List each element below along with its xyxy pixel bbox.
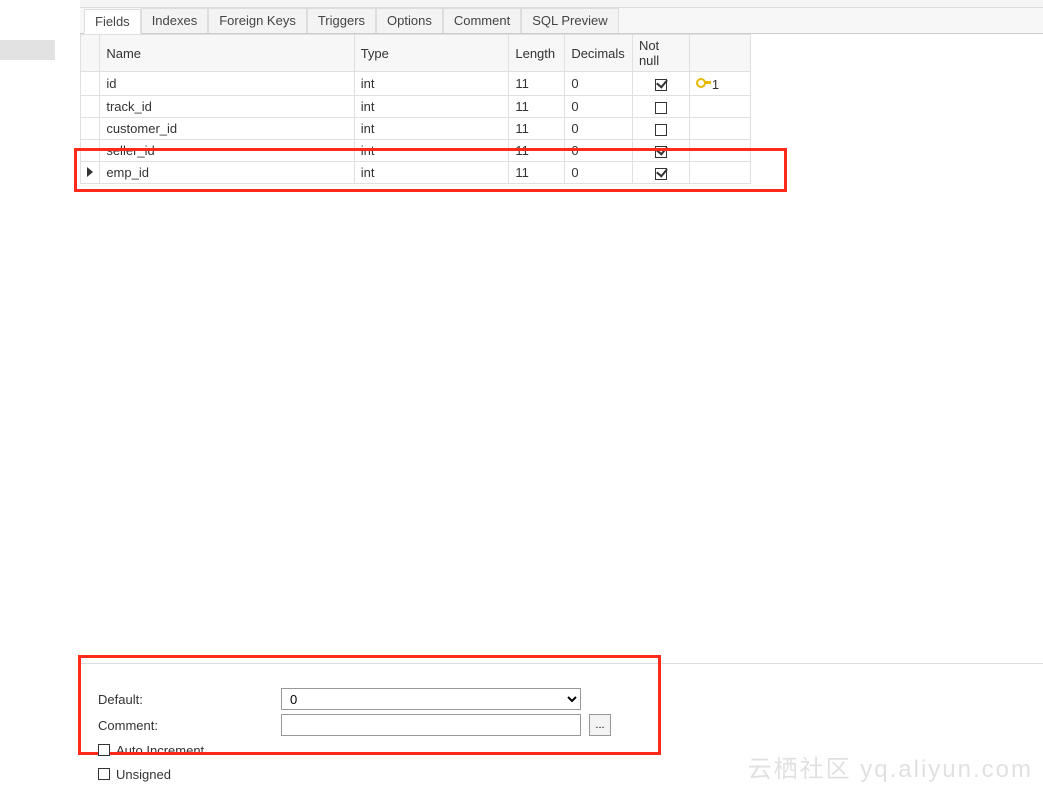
- field-name-cell[interactable]: seller_id: [100, 140, 354, 162]
- field-key-cell[interactable]: [689, 162, 750, 184]
- col-key-header: [689, 35, 750, 72]
- comment-input[interactable]: [281, 714, 581, 736]
- row-marker-cell: [81, 162, 100, 184]
- field-decimals-cell[interactable]: 0: [565, 118, 633, 140]
- table-row[interactable]: seller_idint110: [81, 140, 751, 162]
- notnull-checkbox[interactable]: [655, 168, 667, 180]
- field-name-cell[interactable]: id: [100, 72, 354, 96]
- notnull-checkbox[interactable]: [655, 79, 667, 91]
- table-row[interactable]: idint110 1: [81, 72, 751, 96]
- table-row[interactable]: emp_idint110: [81, 162, 751, 184]
- comment-label: Comment:: [98, 718, 273, 733]
- field-key-cell[interactable]: 1: [689, 72, 750, 96]
- auto-increment-checkbox[interactable]: [98, 744, 110, 756]
- tab-indexes[interactable]: Indexes: [141, 8, 209, 33]
- tab-fields[interactable]: Fields: [84, 9, 141, 34]
- current-row-marker-icon: [87, 167, 93, 177]
- field-name-cell[interactable]: emp_id: [100, 162, 354, 184]
- tab-comment[interactable]: Comment: [443, 8, 521, 33]
- field-type-cell[interactable]: int: [354, 96, 509, 118]
- tab-sql-preview[interactable]: SQL Preview: [521, 8, 618, 33]
- left-gutter: [0, 40, 55, 60]
- field-length-cell[interactable]: 11: [509, 162, 565, 184]
- field-length-cell[interactable]: 11: [509, 72, 565, 96]
- field-notnull-cell[interactable]: [632, 118, 689, 140]
- notnull-checkbox[interactable]: [655, 124, 667, 136]
- field-length-cell[interactable]: 11: [509, 140, 565, 162]
- notnull-checkbox[interactable]: [655, 102, 667, 114]
- field-length-cell[interactable]: 11: [509, 118, 565, 140]
- field-notnull-cell[interactable]: [632, 162, 689, 184]
- fields-table: Name Type Length Decimals Not null idint…: [80, 34, 751, 184]
- primary-key-number: 1: [712, 77, 719, 92]
- col-marker-header: [81, 35, 100, 72]
- default-select[interactable]: 0: [281, 688, 581, 710]
- row-marker-cell: [81, 140, 100, 162]
- row-marker-cell: [81, 72, 100, 96]
- table-row[interactable]: track_idint110: [81, 96, 751, 118]
- tab-foreign-keys[interactable]: Foreign Keys: [208, 8, 307, 33]
- field-name-cell[interactable]: track_id: [100, 96, 354, 118]
- field-notnull-cell[interactable]: [632, 96, 689, 118]
- table-row[interactable]: customer_idint110: [81, 118, 751, 140]
- field-length-cell[interactable]: 11: [509, 96, 565, 118]
- field-decimals-cell[interactable]: 0: [565, 140, 633, 162]
- unsigned-checkbox[interactable]: [98, 768, 110, 780]
- field-decimals-cell[interactable]: 0: [565, 162, 633, 184]
- auto-increment-label: Auto Increment: [116, 743, 204, 758]
- field-notnull-cell[interactable]: [632, 140, 689, 162]
- col-type-header[interactable]: Type: [354, 35, 509, 72]
- unsigned-label: Unsigned: [116, 767, 171, 782]
- field-properties-panel: Default: 0 Comment: ... Auto Increment U…: [80, 663, 1043, 792]
- tab-triggers[interactable]: Triggers: [307, 8, 376, 33]
- tab-options[interactable]: Options: [376, 8, 443, 33]
- field-key-cell[interactable]: [689, 140, 750, 162]
- col-length-header[interactable]: Length: [509, 35, 565, 72]
- field-decimals-cell[interactable]: 0: [565, 72, 633, 96]
- field-name-cell[interactable]: customer_id: [100, 118, 354, 140]
- col-decimals-header[interactable]: Decimals: [565, 35, 633, 72]
- tabbar: FieldsIndexesForeign KeysTriggersOptions…: [80, 8, 1043, 34]
- row-marker-cell: [81, 118, 100, 140]
- default-label: Default:: [98, 692, 273, 707]
- field-type-cell[interactable]: int: [354, 118, 509, 140]
- field-type-cell[interactable]: int: [354, 162, 509, 184]
- field-type-cell[interactable]: int: [354, 140, 509, 162]
- field-type-cell[interactable]: int: [354, 72, 509, 96]
- field-key-cell[interactable]: [689, 96, 750, 118]
- field-key-cell[interactable]: [689, 118, 750, 140]
- comment-ellipsis-button[interactable]: ...: [589, 714, 611, 736]
- field-decimals-cell[interactable]: 0: [565, 96, 633, 118]
- col-name-header[interactable]: Name: [100, 35, 354, 72]
- field-notnull-cell[interactable]: [632, 72, 689, 96]
- notnull-checkbox[interactable]: [655, 146, 667, 158]
- primary-key-icon: [696, 75, 710, 89]
- col-notnull-header[interactable]: Not null: [632, 35, 689, 72]
- row-marker-cell: [81, 96, 100, 118]
